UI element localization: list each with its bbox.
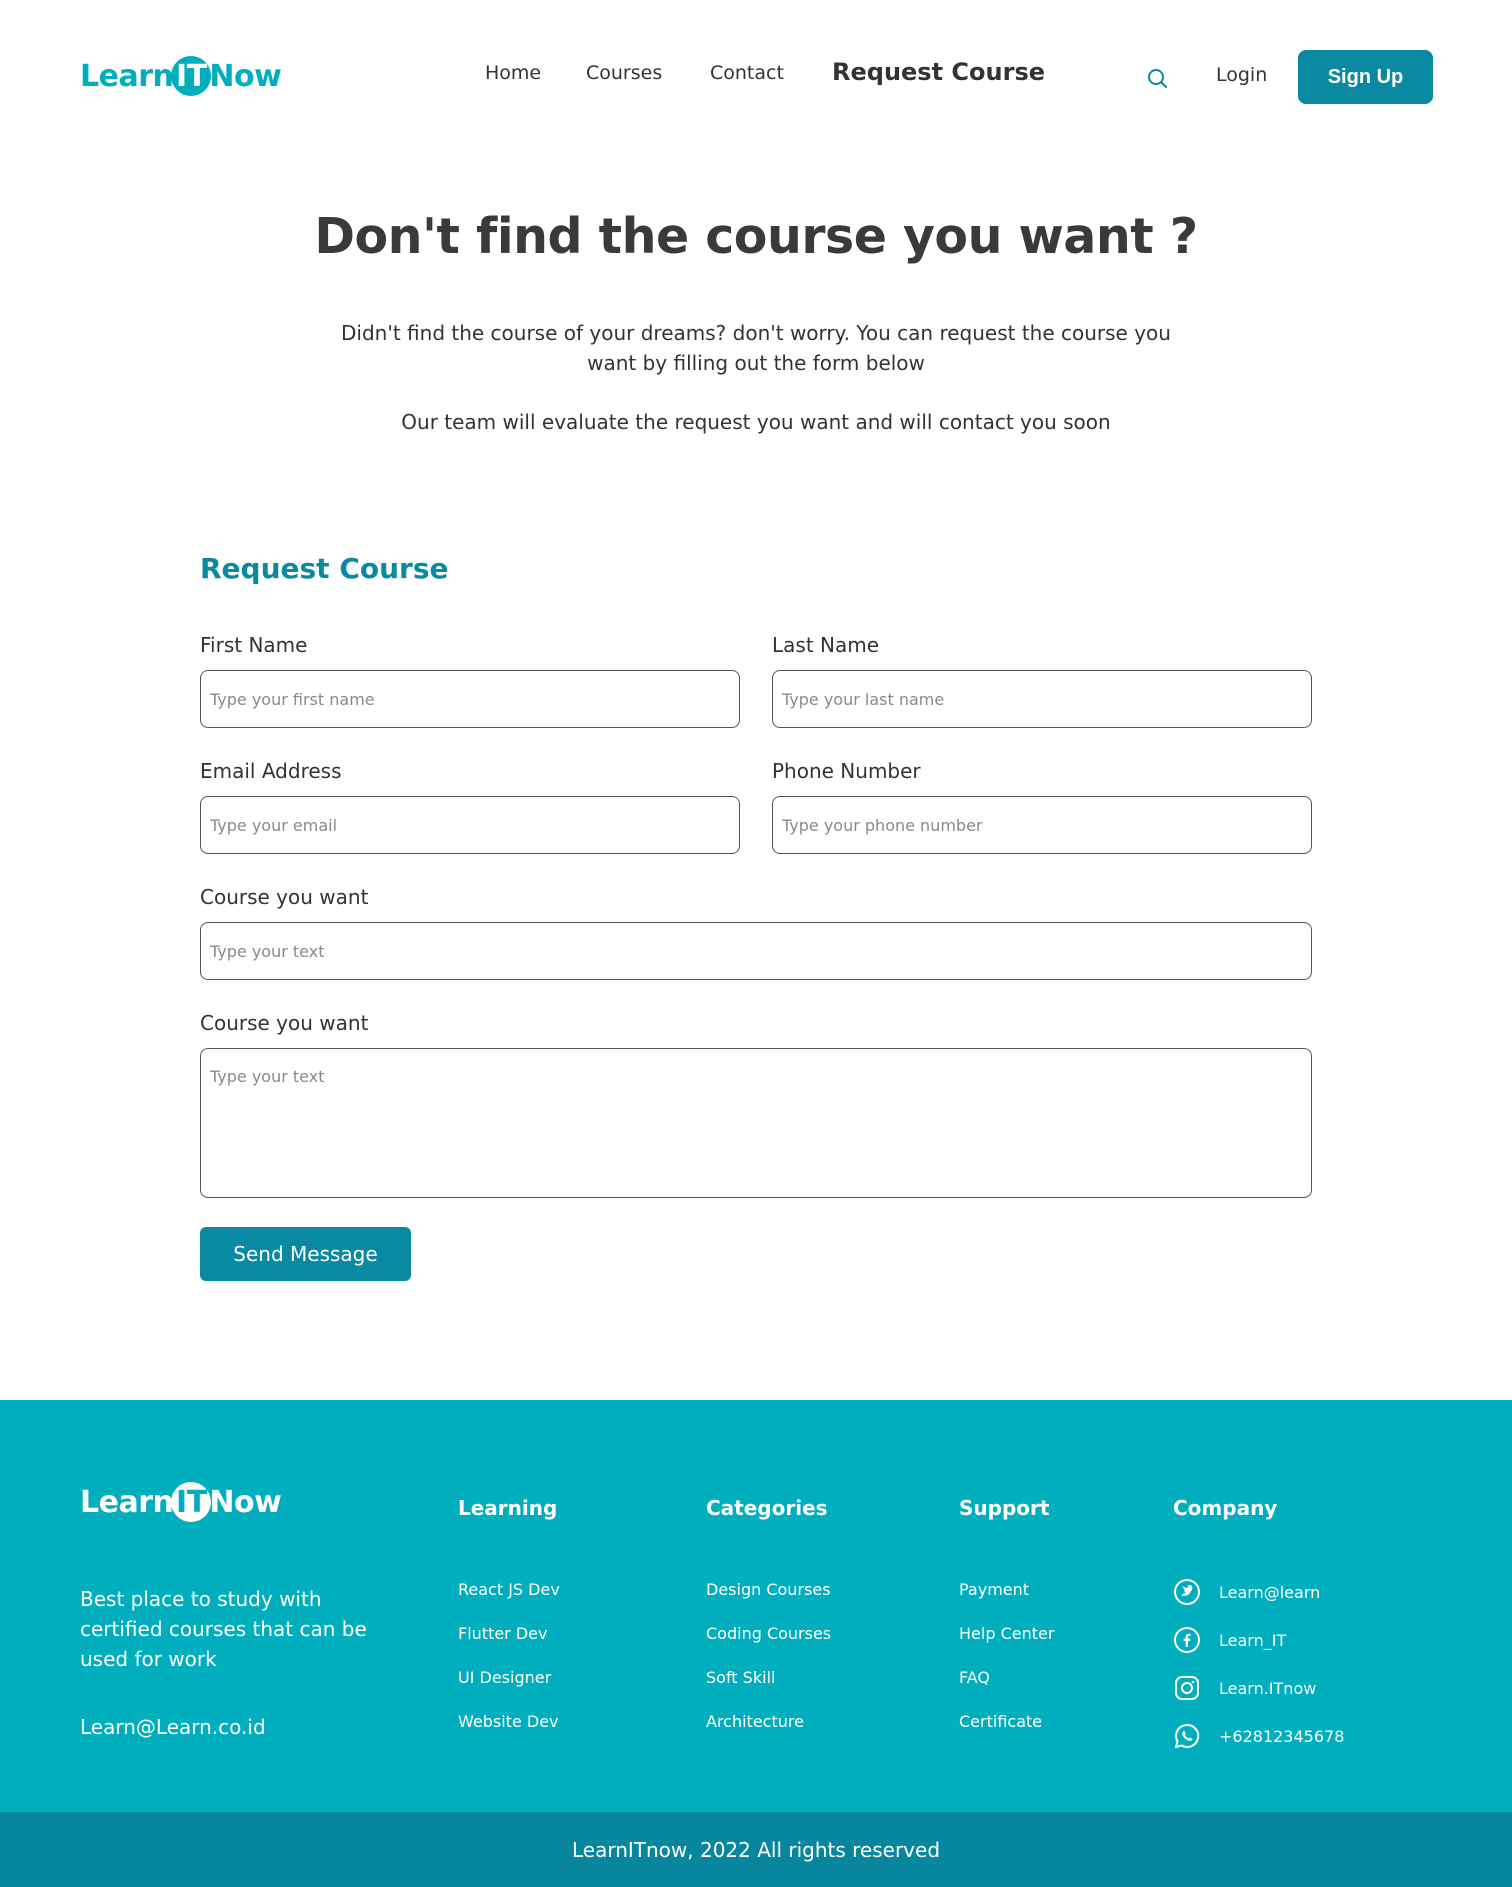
footer-link-faq[interactable]: FAQ [959,1668,990,1687]
learning-heading: Learning [458,1496,558,1520]
logo[interactable]: Learn IT Now [80,56,282,96]
logo-badge: IT [171,56,212,96]
nav-home[interactable]: Home [485,62,541,84]
company-heading: Company [1173,1496,1278,1520]
search-icon[interactable] [1145,66,1169,90]
social-facebook-label: Learn_IT [1219,1630,1287,1650]
page-title: Don't find the course you want ? [314,208,1198,265]
footer-tagline: Best place to study with certified cours… [80,1587,367,1671]
course-input[interactable] [200,922,1312,980]
facebook-icon [1174,1627,1200,1653]
phone-input[interactable] [772,796,1312,854]
footer-link-flutter[interactable]: Flutter Dev [458,1624,547,1643]
nav-request-course[interactable]: Request Course [832,58,1045,86]
social-twitter-label: Learn@learn [1219,1582,1321,1602]
copyright-bar: LearnITnow, 2022 All rights reserved [0,1812,1512,1887]
hero-note: Our team will evaluate the request you w… [401,410,1111,434]
footer-link-soft-skill[interactable]: Soft Skill [706,1668,775,1687]
footer-link-website-dev[interactable]: Website Dev [458,1712,559,1731]
login-link[interactable]: Login [1216,64,1267,86]
site-footer: Learn IT Now Best place to study with cert… [0,1400,1512,1812]
social-instagram-label: Learn.ITnow [1219,1678,1317,1698]
email-label: Email Address [200,759,342,783]
copyright-text: LearnITnow, 2022 All rights reserved [571,1837,941,1862]
footer-logo-badge: IT [171,1482,212,1522]
hero-description: Didn't find the course of your dreams? d… [341,321,1171,375]
footer-email[interactable]: Learn@Learn.co.id [80,1715,266,1739]
send-message-button[interactable]: Send Message [200,1227,411,1281]
footer-link-help-center[interactable]: Help Center [959,1624,1054,1643]
site-header: Learn IT Now Home Courses Contact Request … [0,0,1512,154]
whatsapp-icon [1175,1723,1200,1748]
phone-label: Phone Number [772,759,921,783]
footer-logo[interactable]: Learn IT Now [80,1482,282,1522]
course-label: Course you want [200,885,369,909]
sign-up-button[interactable]: Sign Up [1298,50,1433,104]
footer-link-ui-designer[interactable]: UI Designer [458,1668,551,1687]
first-name-input[interactable] [200,670,740,728]
footer-link-certificate[interactable]: Certificate [959,1712,1042,1731]
last-name-label: Last Name [772,633,880,657]
message-textarea[interactable] [200,1048,1312,1198]
message-label: Course you want [200,1011,369,1035]
social-whatsapp-label: +62812345678 [1219,1726,1345,1746]
twitter-icon [1174,1579,1200,1605]
nav-contact[interactable]: Contact [710,62,784,84]
footer-link-architecture[interactable]: Architecture [706,1712,804,1731]
social-twitter[interactable]: Learn@learn [1173,1578,1320,1606]
form-title: Request Course [200,552,449,585]
social-whatsapp[interactable]: +62812345678 [1173,1722,1344,1750]
last-name-input[interactable] [772,670,1312,728]
footer-link-react[interactable]: React JS Dev [458,1580,560,1599]
footer-link-coding[interactable]: Coding Courses [706,1624,831,1643]
footer-link-design[interactable]: Design Courses [706,1580,831,1599]
first-name-label: First Name [200,633,308,657]
footer-link-payment[interactable]: Payment [959,1580,1029,1599]
instagram-icon [1175,1676,1199,1700]
categories-heading: Categories [706,1496,828,1520]
email-input[interactable] [200,796,740,854]
nav-courses[interactable]: Courses [586,62,662,84]
social-facebook[interactable]: Learn_IT [1173,1626,1286,1654]
support-heading: Support [959,1496,1050,1520]
social-instagram[interactable]: Learn.ITnow [1173,1674,1316,1702]
